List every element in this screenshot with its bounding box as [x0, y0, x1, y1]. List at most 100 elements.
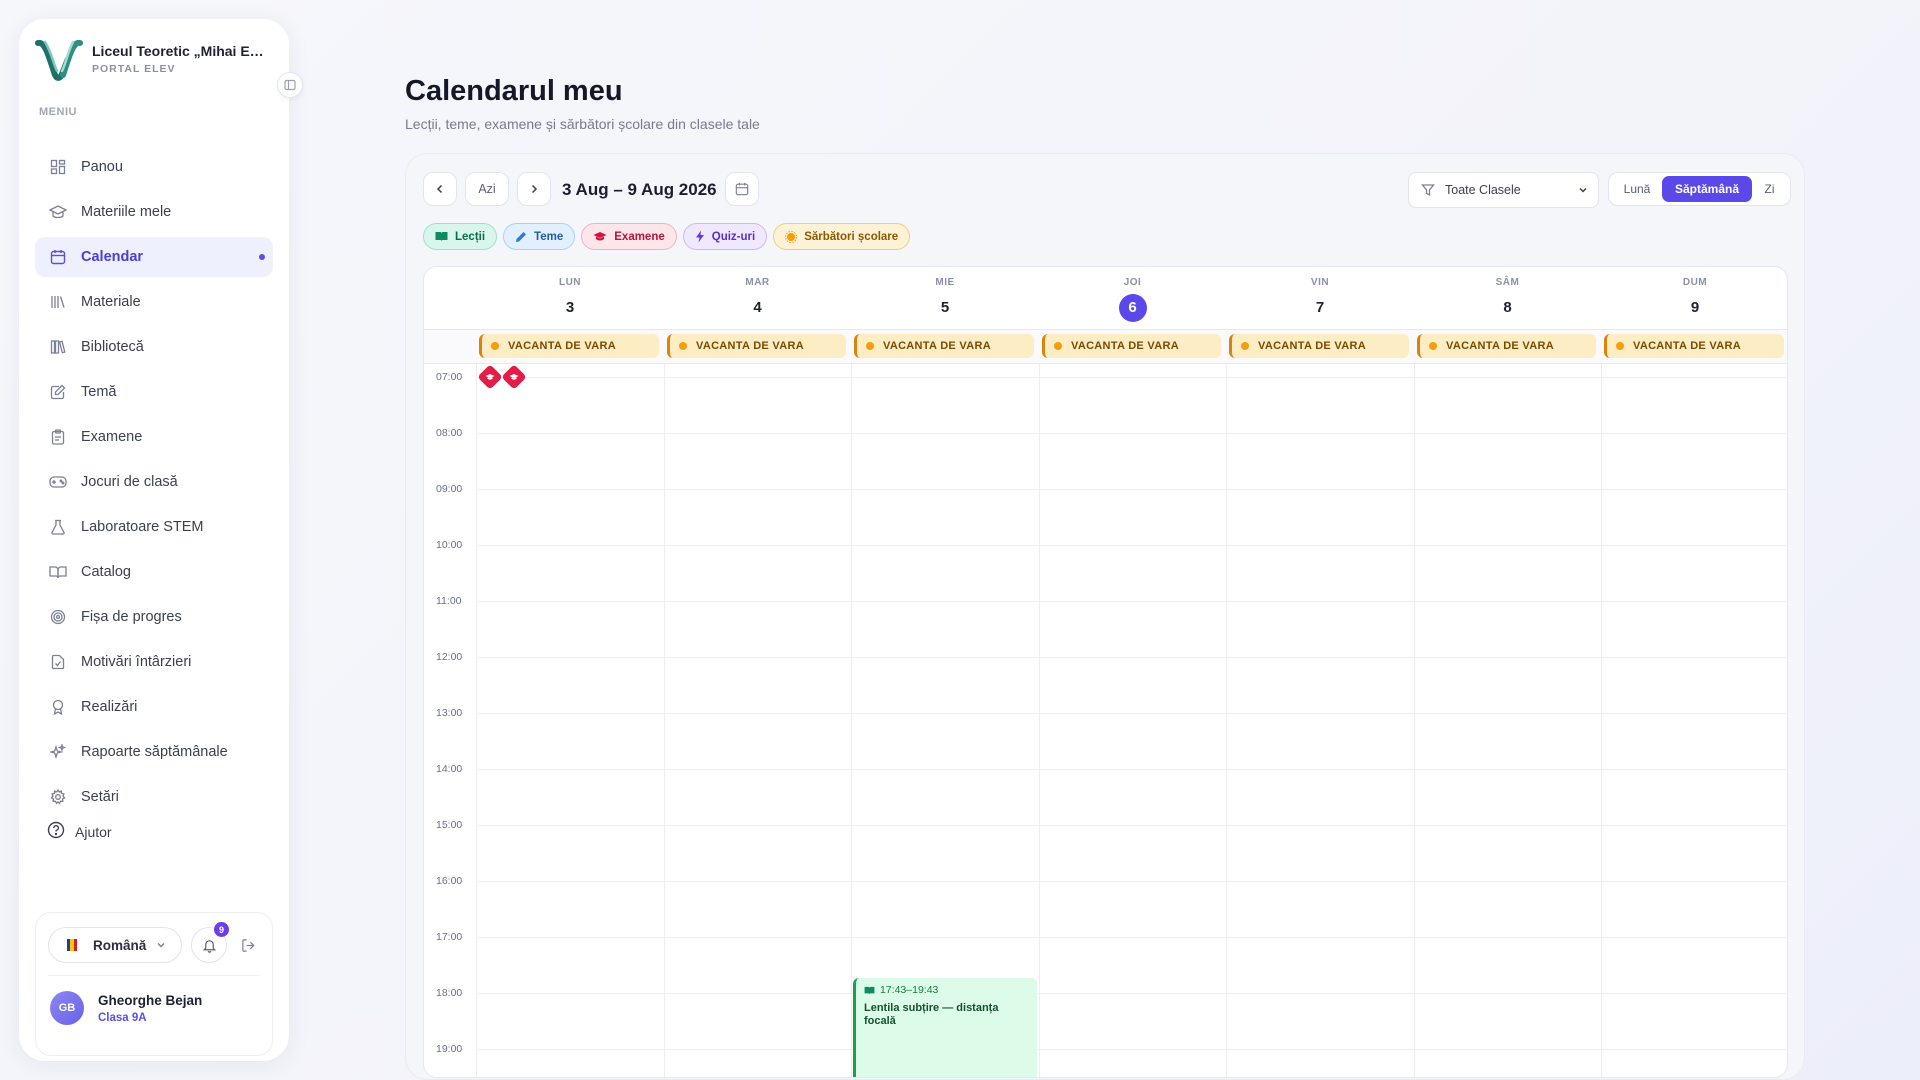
sidebar-item-examene[interactable]: Examene	[35, 417, 273, 457]
legend-lectii-chip[interactable]: Lecții	[423, 223, 498, 250]
filter-icon	[1421, 184, 1435, 197]
sidebar-item-motivari[interactable]: Motivări întârzieri	[35, 642, 273, 682]
holiday-event[interactable]: VACANTA DE VARA	[1604, 334, 1784, 358]
sidebar-item-setari[interactable]: Setări	[35, 777, 273, 817]
sidebar-item-laboratoare[interactable]: Laboratoare STEM	[35, 507, 273, 547]
holiday-event[interactable]: VACANTA DE VARA	[854, 334, 1034, 358]
day-number: 4	[753, 299, 762, 316]
user-panel: Română 9 GB Gheorghe Bejan Clasa 9A	[35, 912, 273, 1056]
hour-label: 13:00	[436, 707, 463, 719]
language-label: Română	[93, 937, 147, 953]
legend-examene-chip[interactable]: Examene	[581, 223, 677, 250]
view-month-button[interactable]: Lună	[1612, 176, 1662, 202]
holiday-event[interactable]: VACANTA DE VARA	[479, 334, 659, 358]
calendar-icon	[735, 182, 749, 196]
holiday-label: VACANTA DE VARA	[696, 340, 804, 352]
view-day-button[interactable]: Zi	[1752, 176, 1787, 202]
day-header-tue[interactable]: MAR 4	[664, 267, 851, 329]
avatar[interactable]: GB	[50, 991, 84, 1025]
legend-label: Quiz-uri	[711, 230, 756, 243]
exam-event-marker[interactable]	[477, 364, 503, 390]
holiday-event[interactable]: VACANTA DE VARA	[1042, 334, 1221, 358]
help-link[interactable]: Ajutor	[47, 821, 112, 842]
holiday-dot-icon	[491, 342, 499, 350]
language-selector[interactable]: Română	[48, 927, 182, 963]
sidebar-item-label: Panou	[81, 159, 123, 175]
hour-label: 10:00	[436, 539, 463, 551]
day-name: LUN	[558, 277, 582, 288]
day-header-wed[interactable]: MIE 5	[851, 267, 1039, 329]
legend-sarbatori-chip[interactable]: Sărbători școlare	[773, 223, 911, 250]
day-header-fri[interactable]: VIN 7	[1226, 267, 1414, 329]
sidebar-item-rapoarte[interactable]: Rapoarte săptămânale	[35, 732, 273, 772]
day-number: 9	[1690, 299, 1700, 316]
sidebar-item-jocuri[interactable]: Jocuri de clasă	[35, 462, 273, 502]
today-button[interactable]: Azi	[465, 172, 509, 206]
file-check-icon	[49, 653, 67, 671]
day-header-mon[interactable]: LUN 3	[476, 267, 664, 329]
sidebar-item-biblioteca[interactable]: Bibliotecă	[35, 327, 273, 367]
day-header-sat[interactable]: SÂM 8	[1414, 267, 1601, 329]
hour-line	[476, 545, 1787, 546]
day-name: SÂM	[1495, 277, 1520, 288]
sidebar-item-label: Calendar	[81, 249, 144, 265]
hour-label: 09:00	[436, 483, 463, 495]
sidebar-item-label: Setări	[81, 789, 119, 805]
holiday-dot-icon	[1054, 342, 1062, 350]
view-week-button[interactable]: Săptămână	[1662, 176, 1752, 202]
day-header-sun[interactable]: DUM 9	[1601, 267, 1787, 329]
gear-icon	[49, 788, 67, 806]
legend-label: Examene	[614, 230, 665, 243]
sidebar-item-materiale[interactable]: Materiale	[35, 282, 273, 322]
sidebar-item-catalog[interactable]: Catalog	[35, 552, 273, 592]
holiday-event[interactable]: VACANTA DE VARA	[667, 334, 846, 358]
exam-event-marker[interactable]	[501, 364, 527, 390]
user-class: Clasa 9A	[98, 1012, 147, 1024]
holiday-event[interactable]: VACANTA DE VARA	[1417, 334, 1596, 358]
next-week-button[interactable]	[517, 172, 551, 206]
time-grid[interactable]: 07:00 08:00 09:00 10:00 11:00 12:00 13:0…	[424, 364, 1787, 1077]
hour-label: 15:00	[436, 819, 463, 831]
notifications-button[interactable]: 9	[191, 922, 229, 963]
sidebar-item-fisa-progres[interactable]: Fișa de progres	[35, 597, 273, 637]
class-filter-select[interactable]: Toate Clasele	[1408, 172, 1599, 208]
day-number: 8	[1503, 299, 1512, 316]
hour-line	[476, 937, 1787, 938]
legend-teme-chip[interactable]: Teme	[503, 223, 576, 250]
sidebar-item-materiile-mele[interactable]: Materiile mele	[35, 192, 273, 232]
holiday-event[interactable]: VACANTA DE VARA	[1229, 334, 1409, 358]
collapse-sidebar-button[interactable]	[277, 72, 303, 98]
event-title: Lentila subțire — distanța focală	[864, 1002, 999, 1027]
graduation-cap-icon	[509, 374, 519, 380]
holiday-dot-icon	[1616, 342, 1624, 350]
sidebar-collapse-icon	[284, 79, 296, 91]
sidebar-item-label: Jocuri de clasă	[81, 474, 178, 490]
date-picker-button[interactable]	[725, 172, 759, 206]
sidebar-item-panou[interactable]: Panou	[35, 147, 273, 187]
grid-icon	[49, 158, 67, 176]
romania-flag-icon	[67, 939, 77, 951]
lesson-event[interactable]: 17:43–19:43 Lentila subțire — distanța f…	[853, 978, 1037, 1077]
holiday-label: VACANTA DE VARA	[1071, 340, 1179, 352]
logout-icon	[241, 938, 255, 952]
page-subtitle: Lecții, teme, examene și sărbători școla…	[405, 116, 760, 132]
prev-week-button[interactable]	[423, 172, 457, 206]
portal-label: PORTAL ELEV	[92, 63, 176, 75]
book-open-icon	[49, 563, 67, 581]
column-divider	[664, 364, 665, 1077]
sidebar-item-label: Bibliotecă	[81, 339, 144, 355]
logout-button[interactable]	[238, 935, 258, 955]
column-divider	[476, 364, 477, 1077]
divider	[48, 975, 260, 976]
column-divider	[1039, 364, 1040, 1077]
sidebar-item-realizari[interactable]: Realizări	[35, 687, 273, 727]
hour-line	[476, 433, 1787, 434]
sidebar-item-calendar[interactable]: Calendar	[35, 237, 273, 277]
legend-quiz-chip[interactable]: Quiz-uri	[682, 223, 768, 250]
edit-icon	[49, 383, 67, 401]
bell-icon	[202, 939, 216, 953]
holiday-label: VACANTA DE VARA	[1258, 340, 1366, 352]
day-header-thu[interactable]: JOI 6	[1039, 267, 1226, 329]
brand[interactable]: Liceul Teoretic „Mihai Emi… PORTAL ELEV	[35, 37, 275, 81]
sidebar-item-tema[interactable]: Temă	[35, 372, 273, 412]
